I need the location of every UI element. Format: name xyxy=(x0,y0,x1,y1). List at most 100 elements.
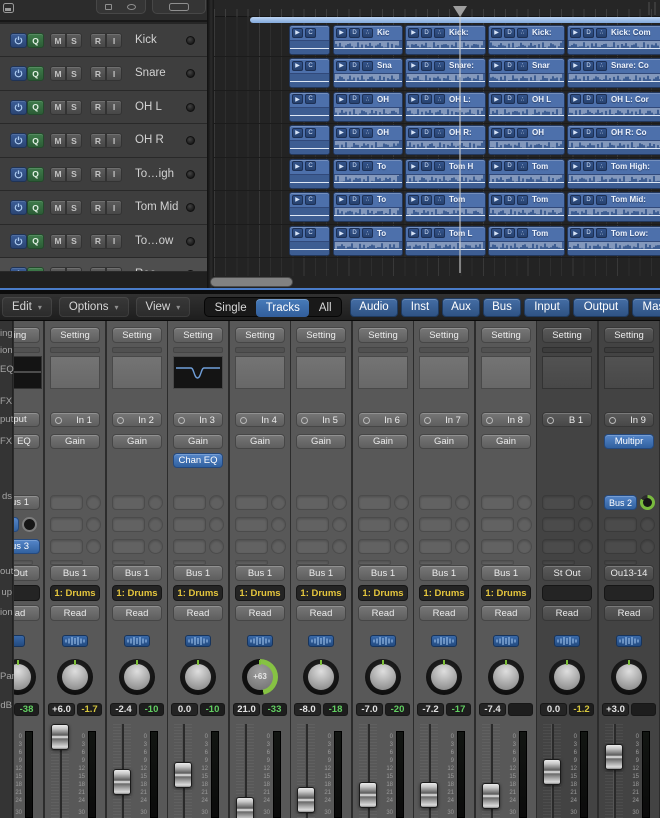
region-play-button[interactable]: ▶ xyxy=(336,94,347,104)
send-slot-empty[interactable] xyxy=(50,517,83,532)
region-comp-button[interactable]: C xyxy=(305,195,316,205)
take-region[interactable]: ▶D∴Tom H xyxy=(405,159,486,189)
segment-single[interactable]: Single xyxy=(206,299,255,317)
send-slot-empty[interactable] xyxy=(112,517,145,532)
track-power-button[interactable] xyxy=(10,234,27,249)
track-input-monitor-button[interactable]: I xyxy=(106,200,122,215)
setting-button[interactable]: Setting xyxy=(542,327,592,343)
bar-ruler[interactable] xyxy=(214,0,660,17)
audio-fx-slot-gain[interactable]: Gain xyxy=(50,434,100,449)
region-play-button[interactable]: ▶ xyxy=(292,128,303,138)
group-button[interactable]: 1: Drums xyxy=(112,585,162,601)
region-play-button[interactable]: ▶ xyxy=(336,28,347,38)
audio-fx-slot-gain[interactable]: Gain xyxy=(296,434,346,449)
automation-mode-button[interactable]: Read xyxy=(604,605,654,621)
region-take-letter-button[interactable]: D xyxy=(583,128,594,138)
pan-knob[interactable] xyxy=(549,659,585,695)
output-button[interactable]: Out xyxy=(14,565,40,581)
region-play-button[interactable]: ▶ xyxy=(491,94,502,104)
region-play-button[interactable]: ▶ xyxy=(408,228,419,238)
output-button[interactable]: Bus 1 xyxy=(50,565,100,581)
group-button[interactable] xyxy=(604,585,654,601)
send-slot-empty[interactable] xyxy=(358,517,391,532)
pan-knob[interactable] xyxy=(303,659,339,695)
send-slot-empty[interactable] xyxy=(542,495,575,510)
track-quantize-button[interactable]: Q xyxy=(27,200,44,215)
output-button[interactable]: St Out xyxy=(542,565,592,581)
take-region[interactable]: ▶D∴Tom High: xyxy=(567,159,660,189)
send-slot-empty[interactable] xyxy=(235,495,268,510)
setting-button[interactable]: Setting xyxy=(112,327,162,343)
track-row-oh-r[interactable]: QMSRIOH R xyxy=(0,124,207,157)
take-region[interactable]: ▶D∴OH L: xyxy=(405,92,486,122)
volume-value[interactable]: +3.0 xyxy=(602,703,629,716)
eq-thumbnail[interactable] xyxy=(173,356,223,389)
take-region[interactable]: ▶D∴To xyxy=(333,226,403,256)
audio-fx-slot-gain[interactable]: Gain xyxy=(112,434,162,449)
region-play-button[interactable]: ▶ xyxy=(408,128,419,138)
track-quantize-button[interactable]: Q xyxy=(27,234,44,249)
send-slot-bus3[interactable]: us 3 xyxy=(14,539,40,554)
take-region[interactable]: ▶D∴Tom Mid: xyxy=(567,192,660,222)
send-slot-empty[interactable] xyxy=(50,495,83,510)
region-comp-button[interactable]: C xyxy=(305,61,316,71)
mixer-menu-options[interactable]: Options▾ xyxy=(59,297,129,317)
send-slot-empty[interactable] xyxy=(419,517,452,532)
region-play-button[interactable]: ▶ xyxy=(292,161,303,171)
mixer-filter-output[interactable]: Output xyxy=(573,298,629,317)
pan-knob[interactable]: +63 xyxy=(242,659,278,695)
comp-region-kick[interactable]: ▶C xyxy=(289,25,330,55)
track-input-monitor-button[interactable]: I xyxy=(106,167,122,182)
send-slot-empty[interactable] xyxy=(481,517,514,532)
volume-fader[interactable] xyxy=(113,769,131,795)
input-button[interactable]: In 3 xyxy=(173,412,223,427)
track-power-button[interactable] xyxy=(10,200,27,215)
group-button[interactable] xyxy=(542,585,592,601)
channel-format-button[interactable] xyxy=(308,635,334,647)
region-take-letter-button[interactable]: D xyxy=(349,128,360,138)
region-play-button[interactable]: ▶ xyxy=(408,161,419,171)
region-take-letter-button[interactable]: D xyxy=(504,28,515,38)
volume-value[interactable]: -2.4 xyxy=(110,703,137,716)
mixer-filter-bus[interactable]: Bus xyxy=(483,298,521,317)
track-input-monitor-button[interactable]: I xyxy=(106,100,122,115)
region-comp-button[interactable]: C xyxy=(305,28,316,38)
region-take-letter-button[interactable]: D xyxy=(421,94,432,104)
send-slot-empty[interactable] xyxy=(235,517,268,532)
pan-knob[interactable] xyxy=(488,659,524,695)
take-region[interactable]: ▶D∴OH xyxy=(333,92,403,122)
input-button[interactable]: In 5 xyxy=(296,412,346,427)
audio-fx-slot-gain[interactable]: Gain xyxy=(235,434,285,449)
take-region[interactable]: ▶D∴To xyxy=(333,192,403,222)
send-slot-active-fragment[interactable] xyxy=(14,517,19,532)
volume-fader[interactable] xyxy=(482,783,500,809)
output-button[interactable]: Bus 1 xyxy=(296,565,346,581)
send-slot-empty[interactable] xyxy=(173,517,206,532)
send-slot-empty[interactable] xyxy=(173,495,206,510)
input-button[interactable]: In 2 xyxy=(112,412,162,427)
send-slot-empty[interactable] xyxy=(542,539,575,554)
channel-format-button[interactable] xyxy=(62,635,88,647)
playhead-marker-icon[interactable] xyxy=(453,6,467,17)
group-button[interactable]: 1: Drums xyxy=(235,585,285,601)
volume-fader[interactable] xyxy=(543,759,561,785)
region-take-letter-button[interactable]: D xyxy=(349,228,360,238)
eq-thumbnail[interactable] xyxy=(50,356,100,389)
track-row-roo[interactable]: QMSRIRoo xyxy=(0,258,207,272)
mixer-filter-input[interactable]: Input xyxy=(524,298,570,317)
region-comp-button[interactable]: C xyxy=(305,161,316,171)
track-quantize-button[interactable]: Q xyxy=(27,100,44,115)
track-mute-button[interactable]: M xyxy=(50,100,66,115)
track-row-oh-l[interactable]: QMSRIOH L xyxy=(0,91,207,124)
region-play-button[interactable]: ▶ xyxy=(292,94,303,104)
region-play-button[interactable]: ▶ xyxy=(491,61,502,71)
region-take-letter-button[interactable]: D xyxy=(349,61,360,71)
region-play-button[interactable]: ▶ xyxy=(570,128,581,138)
region-play-button[interactable]: ▶ xyxy=(570,94,581,104)
take-region[interactable]: ▶D∴Tom Low: xyxy=(567,226,660,256)
track-mute-button[interactable]: M xyxy=(50,33,66,48)
mixer-filter-audio[interactable]: Audio xyxy=(350,298,398,317)
output-button[interactable]: Ou13-14 xyxy=(604,565,654,581)
setting-button[interactable]: Setting xyxy=(50,327,100,343)
automation-mode-button[interactable]: Read xyxy=(542,605,592,621)
